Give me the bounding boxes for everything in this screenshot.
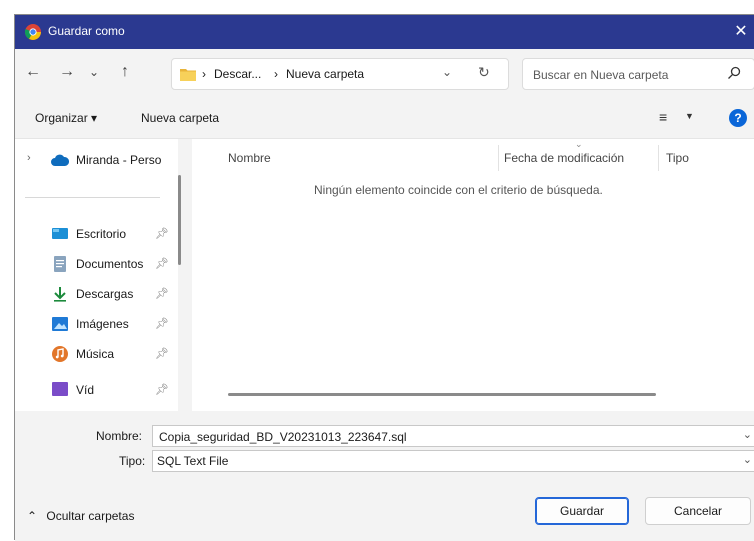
- hide-folders-button[interactable]: ⌃ Ocultar carpetas: [27, 509, 134, 523]
- folder-icon: [180, 67, 196, 81]
- command-bar: Organizar ▾ Nueva carpeta ≡ ▼ ?: [15, 99, 754, 139]
- pin-icon[interactable]: 📌︎: [155, 227, 169, 240]
- sidebar-item-label: Imágenes: [76, 317, 129, 331]
- file-list: Nombre ⌄ Fecha de modificación Tipo Ning…: [192, 139, 754, 411]
- view-options-icon[interactable]: ≡: [659, 109, 667, 125]
- downloads-icon: [52, 286, 68, 302]
- file-name-label: Nombre:: [96, 429, 143, 443]
- documents-icon: [52, 256, 68, 272]
- column-header-date-modified[interactable]: Fecha de modificación: [504, 151, 624, 165]
- chevron-up-icon: ⌃: [27, 509, 38, 523]
- column-header-name[interactable]: Nombre: [228, 151, 271, 165]
- videos-icon: [52, 381, 68, 397]
- cloud-icon: [51, 154, 70, 170]
- sidebar-item-label: Víd: [76, 383, 95, 397]
- search-box[interactable]: [522, 58, 754, 90]
- column-divider[interactable]: [498, 145, 499, 171]
- search-input[interactable]: [531, 65, 715, 85]
- organize-button[interactable]: Organizar ▾: [35, 111, 97, 125]
- breadcrumb-separator: ›: [274, 67, 278, 81]
- file-name-input[interactable]: [157, 428, 731, 446]
- up-arrow-icon[interactable]: ↑: [121, 63, 129, 81]
- sidebar-scrollbar[interactable]: [178, 175, 181, 265]
- sidebar-item-downloads[interactable]: Descargas 📌︎: [15, 279, 175, 309]
- back-arrow-icon[interactable]: ←: [25, 63, 41, 81]
- expand-chevron-icon[interactable]: ›: [27, 152, 31, 164]
- chrome-icon: [24, 24, 41, 40]
- pin-icon[interactable]: 📌︎: [155, 383, 169, 396]
- sidebar-item-onedrive[interactable]: › Miranda - Perso: [15, 145, 175, 175]
- navigation-pane: › Miranda - Perso Escritorio 📌︎ Document…: [15, 139, 178, 411]
- music-icon: [52, 346, 68, 362]
- sidebar-item-music[interactable]: Música 📌︎: [15, 339, 175, 369]
- sidebar-item-label: Documentos: [76, 257, 144, 271]
- chevron-down-icon[interactable]: ⌄: [743, 453, 752, 466]
- hide-folders-label: Ocultar carpetas: [46, 509, 135, 523]
- pin-icon[interactable]: 📌︎: [155, 257, 169, 270]
- cancel-button[interactable]: Cancelar: [645, 497, 751, 525]
- desktop-icon: [52, 226, 68, 242]
- column-divider[interactable]: [658, 145, 659, 171]
- view-options-caret-icon[interactable]: ▼: [685, 111, 694, 121]
- address-bar[interactable]: › Descar... › Nueva carpeta ⌄ ↻: [171, 58, 509, 90]
- recent-locations-chevron-icon[interactable]: ⌄: [89, 65, 99, 79]
- chevron-down-icon[interactable]: ⌄: [743, 428, 752, 441]
- sidebar-item-documents[interactable]: Documentos 📌︎: [15, 249, 175, 279]
- pin-icon[interactable]: 📌︎: [155, 347, 169, 360]
- help-icon[interactable]: ?: [729, 109, 747, 127]
- search-icon[interactable]: [727, 66, 741, 80]
- pictures-icon: [52, 316, 68, 332]
- horizontal-scrollbar[interactable]: [228, 393, 656, 396]
- forward-arrow-icon[interactable]: →: [59, 63, 75, 81]
- breadcrumb-downloads[interactable]: Descar...: [214, 67, 261, 81]
- close-icon[interactable]: ✕: [728, 15, 754, 49]
- sidebar-item-label: Descargas: [76, 287, 134, 301]
- save-as-dialog: Guardar como ✕ ← → ⌄ ↑ › Descar... › Nue…: [14, 14, 754, 541]
- file-type-value: SQL Text File: [157, 454, 229, 468]
- sidebar-item-label: Música: [76, 347, 115, 361]
- refresh-icon[interactable]: ↻: [478, 64, 490, 81]
- sort-caret-icon: ⌄: [575, 139, 583, 149]
- save-button[interactable]: Guardar: [535, 497, 629, 525]
- sidebar-item-label: Escritorio: [76, 227, 127, 241]
- background-strip: [0, 0, 754, 14]
- pin-icon[interactable]: 📌︎: [155, 317, 169, 330]
- empty-results-message: Ningún elemento coincide con el criterio…: [314, 183, 603, 197]
- file-type-label: Tipo:: [119, 454, 146, 468]
- navigation-bar: ← → ⌄ ↑ › Descar... › Nueva carpeta ⌄ ↻: [15, 49, 754, 99]
- file-type-select[interactable]: SQL Text File ⌄: [152, 450, 754, 472]
- sidebar-item-label: Miranda - Perso: [76, 153, 162, 167]
- title-bar: Guardar como ✕: [15, 15, 754, 49]
- save-form: Nombre: ⌄ Tipo: SQL Text File ⌄ ⌃ Oculta…: [15, 411, 754, 541]
- sidebar-item-desktop[interactable]: Escritorio 📌︎: [15, 219, 175, 249]
- breadcrumb-separator: ›: [202, 67, 206, 81]
- new-folder-button[interactable]: Nueva carpeta: [141, 111, 219, 125]
- window-title: Guardar como: [48, 24, 125, 38]
- column-header-type[interactable]: Tipo: [666, 151, 689, 165]
- pin-icon[interactable]: 📌︎: [155, 287, 169, 300]
- sidebar-divider: [25, 197, 160, 198]
- sidebar-item-pictures[interactable]: Imágenes 📌︎: [15, 309, 175, 339]
- sidebar-item-videos[interactable]: Víd 📌︎: [15, 369, 175, 399]
- address-dropdown-chevron-icon[interactable]: ⌄: [442, 65, 452, 79]
- file-name-combobox[interactable]: ⌄: [152, 425, 754, 447]
- breadcrumb-current-folder[interactable]: Nueva carpeta: [286, 67, 364, 81]
